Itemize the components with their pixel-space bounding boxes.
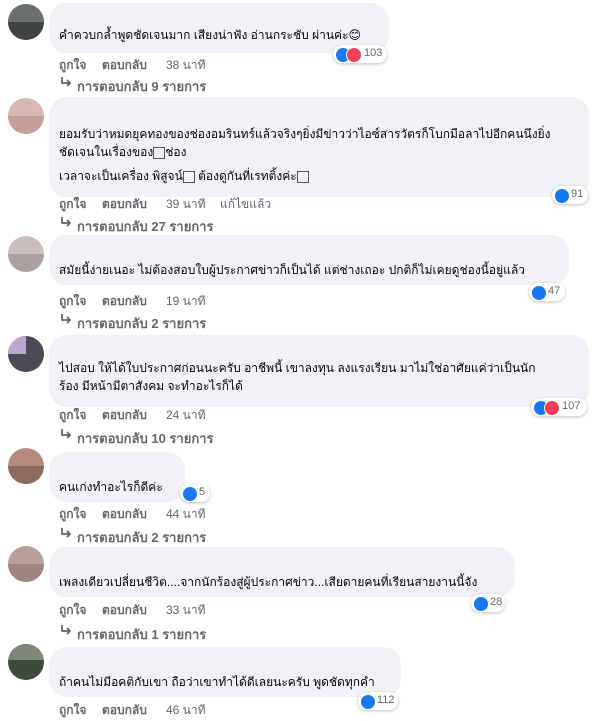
view-replies-link[interactable]: การตอบกลับ 2 รายการ	[59, 527, 259, 545]
like-icon	[473, 596, 489, 612]
reaction-summary[interactable]: 28	[471, 594, 505, 612]
like-icon	[182, 486, 198, 502]
like-link[interactable]: ถูกใจ	[59, 406, 86, 425]
reaction-summary[interactable]: 107	[531, 398, 587, 416]
view-replies-link[interactable]: การตอบกลับ 1 รายการ	[59, 624, 259, 642]
comment-text: เพลงเดียวเปลี่ยนชีวิต....จากนักร้องสู่ผู…	[59, 575, 478, 589]
reply-link[interactable]: ตอบกลับ	[102, 406, 147, 425]
reaction-summary[interactable]: 112	[358, 692, 398, 710]
like-icon	[531, 285, 547, 301]
reply-arrow-icon	[61, 314, 72, 324]
reply-link[interactable]: ตอบกลับ	[102, 195, 147, 214]
comment-text: คำควบกล้ำพูดชัดเจนมาก เสียงน่าฟัง อ่านกร…	[59, 28, 362, 42]
missing-glyph-icon	[153, 146, 166, 159]
comment-actions: ถูกใจ ตอบกลับ 24 นาที	[59, 406, 359, 422]
timestamp[interactable]: 24 นาที	[166, 406, 206, 425]
view-replies-link[interactable]: การตอบกลับ 27 รายการ	[59, 216, 279, 234]
reply-arrow-icon	[61, 528, 72, 538]
comment-actions: ถูกใจ ตอบกลับ 39 นาที แก้ไขแล้ว	[59, 195, 359, 211]
avatar[interactable]	[8, 448, 44, 484]
reply-link[interactable]: ตอบกลับ	[102, 601, 147, 620]
reply-arrow-icon	[61, 77, 72, 87]
reply-link[interactable]: ตอบกลับ	[102, 701, 147, 720]
like-link[interactable]: ถูกใจ	[59, 701, 86, 720]
missing-glyph-icon	[182, 170, 195, 183]
view-replies-link[interactable]: การตอบกลับ 9 รายการ	[59, 76, 259, 94]
edited-label: แก้ไขแล้ว	[220, 197, 272, 211]
timestamp[interactable]: 33 นาที	[166, 601, 206, 620]
comment-text: ไปสอบ ให้ได้ใบประกาศก่อนนะครับ อาชีพนี้ …	[59, 361, 536, 393]
like-link[interactable]: ถูกใจ	[59, 505, 86, 524]
avatar[interactable]	[8, 336, 44, 372]
reply-link[interactable]: ตอบกลับ	[102, 505, 147, 524]
comment-actions: ถูกใจ ตอบกลับ 46 นาที	[59, 701, 359, 717]
avatar[interactable]	[8, 4, 44, 40]
avatar[interactable]	[8, 546, 44, 582]
comment-actions: ถูกใจ ตอบกลับ 33 นาที	[59, 601, 359, 617]
timestamp[interactable]: 44 นาที	[166, 505, 206, 524]
comment-text: ถ้าคนไม่มีอคติกับเขา ถือว่าเขาทำได้ดีเลย…	[59, 675, 375, 689]
comment-actions: ถูกใจ ตอบกลับ 44 นาที	[59, 505, 359, 521]
timestamp[interactable]: 19 นาที	[166, 292, 206, 311]
comment-actions: ถูกใจ ตอบกลับ 38 นาที	[59, 56, 359, 72]
like-link[interactable]: ถูกใจ	[59, 56, 86, 75]
avatar[interactable]	[8, 236, 44, 272]
comment-text: ยอมรับว่าหมดยุคทองของช่องอมรินทร์แล้วจริ…	[59, 127, 551, 183]
comment-actions: ถูกใจ ตอบกลับ 19 นาที	[59, 292, 359, 308]
comment-text: คนเก่งทำอะไรก็ดีค่ะ	[59, 480, 163, 494]
reply-arrow-icon	[61, 429, 72, 439]
comment-text: สมัยนี้ง่ายเนอะ ไม่ต้องสอบใบผู้ประกาศข่า…	[59, 263, 525, 277]
reaction-summary[interactable]: 5	[180, 484, 210, 502]
like-icon	[360, 694, 376, 710]
reply-link[interactable]: ตอบกลับ	[102, 292, 147, 311]
timestamp[interactable]: 38 นาที	[166, 56, 206, 75]
timestamp[interactable]: 46 นาที	[166, 701, 206, 720]
like-link[interactable]: ถูกใจ	[59, 601, 86, 620]
reply-link[interactable]: ตอบกลับ	[102, 56, 147, 75]
reaction-summary[interactable]: 91	[552, 186, 588, 204]
love-icon	[544, 400, 560, 416]
timestamp[interactable]: 39 นาที	[166, 195, 206, 214]
reaction-summary[interactable]: 47	[529, 283, 565, 301]
avatar[interactable]	[8, 644, 44, 680]
view-replies-link[interactable]: การตอบกลับ 2 รายการ	[59, 313, 259, 331]
like-icon	[554, 188, 570, 204]
reply-arrow-icon	[61, 217, 72, 227]
avatar[interactable]	[8, 98, 44, 134]
missing-glyph-icon	[296, 170, 309, 183]
like-link[interactable]: ถูกใจ	[59, 292, 86, 311]
like-link[interactable]: ถูกใจ	[59, 195, 86, 214]
reply-arrow-icon	[61, 625, 72, 635]
view-replies-link[interactable]: การตอบกลับ 10 รายการ	[59, 428, 279, 446]
